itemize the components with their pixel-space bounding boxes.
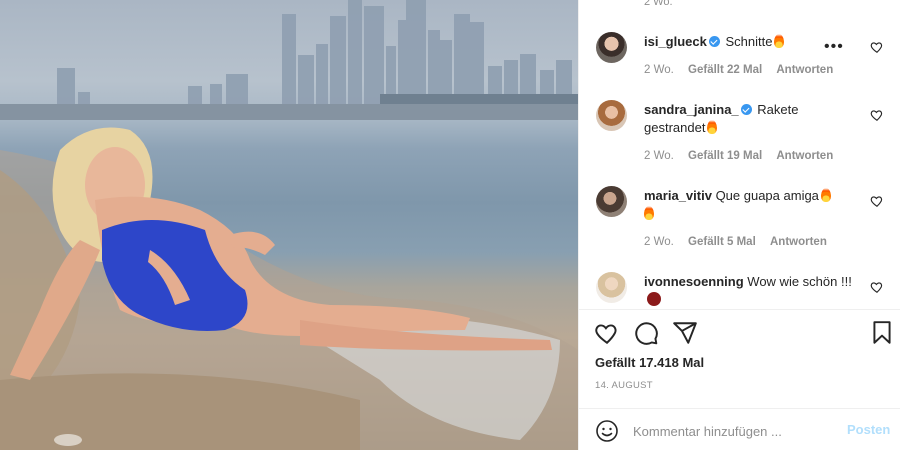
divider [579,309,900,310]
comment-text: isi_glueck Schnitte [644,33,854,51]
comment-text: ivonnesoenning Wow wie schön !!! [644,273,854,309]
comment-age: 2 Wo. [644,236,674,248]
heart-icon[interactable] [870,280,884,294]
comment-likes[interactable]: Gefällt 22 Mal [688,64,762,76]
comment-body: Wow wie schön !!! [747,274,852,289]
fire-emoji-icon [644,206,654,220]
beach-photo-illustration [0,0,578,450]
comment-meta: 2 Wo. Gefällt 22 Mal Antworten [644,64,844,76]
share-icon[interactable] [672,320,698,346]
comment-body: Que guapa amiga [715,188,819,203]
comment-username[interactable]: isi_glueck [644,34,707,49]
like-heart-icon[interactable] [594,320,620,346]
comment-likes[interactable]: Gefällt 19 Mal [688,150,762,162]
bookmark-icon[interactable] [869,320,895,346]
action-bar [579,320,900,348]
comment-age: 2 Wo. [644,64,674,76]
avatar[interactable] [596,272,627,303]
comment-meta: 2 Wo. Gefällt 19 Mal Antworten [644,150,844,162]
comment-likes[interactable]: Gefällt 5 Mal [688,236,756,248]
comment-meta: 2 Wo. Gefällt 5 Mal Antworten [644,236,838,248]
comment-text: maria_vitiv Que guapa amiga [644,187,854,223]
top-comment-age: 2 Wo. [644,0,673,8]
like-count[interactable]: Gefällt 17.418 Mal [595,355,704,370]
comment-text: sandra_janina_ Rakete gestrandet [644,101,844,137]
avatar[interactable] [596,100,627,131]
post-date[interactable]: 14. AUGUST [595,380,653,391]
smiley-icon[interactable] [595,419,619,443]
add-comment-bar: Posten [579,408,900,450]
heart-icon[interactable] [870,108,884,122]
more-options-icon[interactable]: ••• [824,38,844,56]
scream-emoji-icon [647,292,661,306]
verified-badge-icon [708,36,720,47]
comment-input[interactable] [633,421,833,441]
fire-emoji-icon [707,120,718,134]
post-photo[interactable] [0,0,578,450]
fire-emoji-icon [774,34,785,48]
comments-panel: 2 Wo. isi_glueck Schnitte ••• 2 Wo. Gefä… [578,0,900,450]
post-comment-button[interactable]: Posten [847,422,890,437]
reply-button[interactable]: Antworten [776,150,833,162]
heart-icon[interactable] [870,40,884,54]
reply-button[interactable]: Antworten [770,236,827,248]
comment-username[interactable]: maria_vitiv [644,188,712,203]
heart-icon[interactable] [870,194,884,208]
avatar[interactable] [596,186,627,217]
fire-emoji-icon [820,188,831,202]
reply-button[interactable]: Antworten [776,64,833,76]
comment-icon[interactable] [633,320,659,346]
comment-age: 2 Wo. [644,150,674,162]
comment-username[interactable]: sandra_janina_ [644,102,739,117]
comment-body: Schnitte [725,34,773,49]
comment-username[interactable]: ivonnesoenning [644,274,744,289]
avatar[interactable] [596,32,627,63]
verified-badge-icon [740,104,752,115]
